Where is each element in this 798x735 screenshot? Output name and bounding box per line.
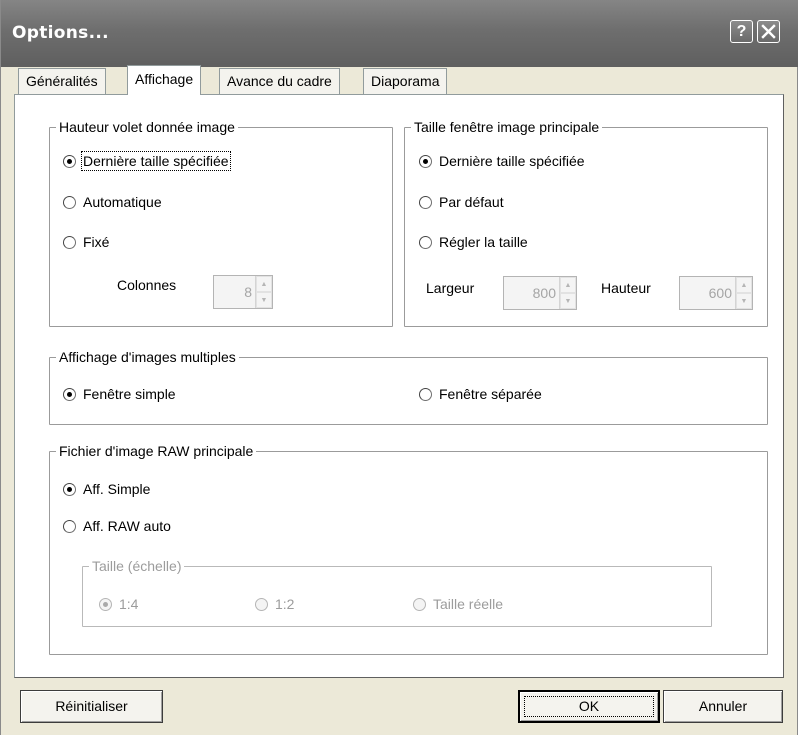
spin-down-icon[interactable]: ▼ (256, 292, 272, 308)
group-main-window-size-title: Taille fenêtre image principale (411, 118, 603, 136)
title-bar[interactable]: Options... ? (1, 0, 798, 67)
radio-dot (419, 195, 432, 209)
radio-label: Taille réelle (433, 596, 504, 612)
group-main-window-size: Taille fenêtre image principale Dernière… (404, 118, 768, 327)
radio-window-last-size[interactable]: Dernière taille spécifiée (419, 151, 585, 171)
radio-panel-fixed[interactable]: Fixé (63, 232, 109, 252)
group-raw-file-title: Fichier d'image RAW principale (56, 442, 257, 460)
radio-dot (419, 154, 432, 168)
columns-value: 8 (244, 284, 252, 300)
radio-dot (63, 154, 76, 168)
close-icon (761, 24, 776, 39)
options-dialog: Options... ? Généralités Affichage Avanc… (0, 0, 798, 735)
close-button[interactable] (757, 20, 780, 43)
group-panel-height-title: Hauteur volet donnée image (56, 118, 238, 136)
radio-label: Fixé (83, 234, 110, 250)
group-scale: Taille (échelle) 1:4 1:2 Taille réelle (82, 557, 712, 627)
group-raw-file: Fichier d'image RAW principale Aff. Simp… (49, 442, 768, 655)
group-multiple-images: Affichage d'images multiples Fenêtre sim… (49, 348, 768, 425)
radio-raw-auto[interactable]: Aff. RAW auto (63, 516, 171, 536)
tab-avance-du-cadre[interactable]: Avance du cadre (219, 68, 340, 94)
ok-button-label: OK (520, 692, 658, 721)
radio-single-window[interactable]: Fenêtre simple (63, 384, 176, 404)
radio-scale-1-2[interactable]: 1:2 (255, 594, 294, 614)
window-title: Options... (12, 23, 109, 43)
spinner-arrows: ▲ ▼ (735, 277, 752, 309)
radio-label: Fenêtre simple (83, 386, 176, 402)
spinner-arrows: ▲ ▼ (255, 276, 272, 308)
radio-window-set-size[interactable]: Régler la taille (419, 232, 528, 252)
height-spinner[interactable]: 600 ▲ ▼ (679, 276, 753, 310)
height-value: 600 (708, 285, 732, 301)
radio-dot (413, 597, 426, 611)
group-scale-title: Taille (échelle) (89, 557, 185, 575)
width-label: Largeur (426, 280, 475, 296)
width-value: 800 (532, 285, 556, 301)
spin-down-icon[interactable]: ▼ (736, 293, 752, 309)
radio-separate-window[interactable]: Fenêtre séparée (419, 384, 542, 404)
radio-label: 1:2 (275, 596, 295, 612)
radio-label: Automatique (83, 194, 162, 210)
columns-label: Colonnes (117, 277, 177, 293)
tab-generalites[interactable]: Généralités (18, 68, 106, 94)
spin-up-icon[interactable]: ▲ (736, 277, 752, 293)
radio-label: Régler la taille (439, 234, 528, 250)
group-panel-height: Hauteur volet donnée image Dernière tail… (49, 118, 393, 327)
radio-dot (255, 597, 268, 611)
height-label: Hauteur (601, 280, 651, 296)
radio-dot (63, 195, 76, 209)
radio-label: Dernière taille spécifiée (81, 151, 231, 171)
reset-button[interactable]: Réinitialiser (20, 690, 163, 723)
radio-dot (419, 235, 432, 249)
width-spinner[interactable]: 800 ▲ ▼ (503, 276, 577, 310)
tab-affichage[interactable]: Affichage (127, 65, 202, 95)
tab-panel-affichage: Hauteur volet donnée image Dernière tail… (14, 94, 784, 678)
radio-raw-simple[interactable]: Aff. Simple (63, 479, 150, 499)
radio-label: 1:4 (119, 596, 139, 612)
radio-scale-actual[interactable]: Taille réelle (413, 594, 503, 614)
radio-label: Aff. Simple (83, 481, 151, 497)
radio-label: Par défaut (439, 194, 504, 210)
spin-down-icon[interactable]: ▼ (560, 293, 576, 309)
group-multiple-images-title: Affichage d'images multiples (56, 348, 239, 366)
spin-up-icon[interactable]: ▲ (560, 277, 576, 293)
radio-label: Aff. RAW auto (83, 518, 171, 534)
spin-up-icon[interactable]: ▲ (256, 276, 272, 292)
radio-dot (63, 235, 76, 249)
radio-dot (419, 387, 432, 401)
ok-button[interactable]: OK (518, 690, 660, 723)
radio-dot (63, 519, 76, 533)
tab-diaporama[interactable]: Diaporama (363, 68, 448, 94)
columns-spinner[interactable]: 8 ▲ ▼ (213, 275, 273, 309)
radio-label: Dernière taille spécifiée (439, 153, 585, 169)
radio-dot (63, 482, 76, 496)
spinner-arrows: ▲ ▼ (559, 277, 576, 309)
radio-dot (63, 387, 76, 401)
radio-window-default[interactable]: Par défaut (419, 192, 504, 212)
cancel-button[interactable]: Annuler (663, 690, 783, 723)
radio-scale-1-4[interactable]: 1:4 (99, 594, 138, 614)
radio-label: Fenêtre séparée (439, 386, 542, 402)
radio-panel-last-size[interactable]: Dernière taille spécifiée (63, 151, 231, 171)
help-button[interactable]: ? (730, 20, 753, 43)
radio-dot (99, 597, 112, 611)
radio-panel-automatic[interactable]: Automatique (63, 192, 162, 212)
